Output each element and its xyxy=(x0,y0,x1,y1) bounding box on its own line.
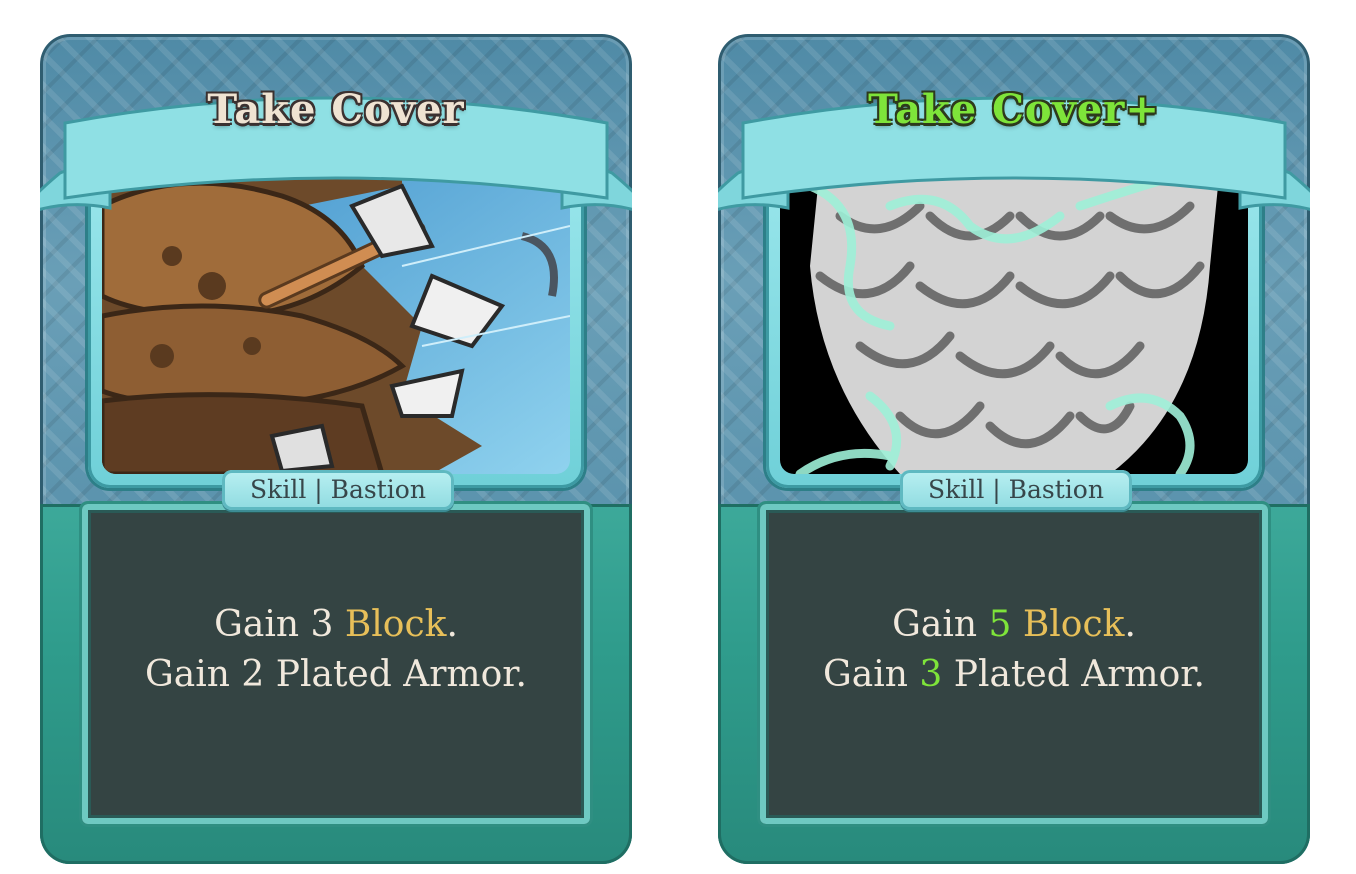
block-keyword: Block xyxy=(344,604,447,645)
card-take-cover[interactable]: Take Cover Skill | Bastion Gain 3 Block.… xyxy=(40,34,632,864)
card-type-line: Skill | Bastion xyxy=(222,470,454,510)
card-title: Take Cover+ xyxy=(868,86,1160,133)
card-description: Gain 5 Block. Gain 3 Plated Armor. xyxy=(760,600,1268,700)
card-title: Take Cover xyxy=(207,86,465,133)
description-line-2: Gain 3 Plated Armor. xyxy=(823,654,1205,695)
card-take-cover-plus[interactable]: Take Cover+ Skill | Bastion Gain 5 Block… xyxy=(718,34,1310,864)
description-line-1: Gain 3 Block. xyxy=(214,604,458,645)
card-description: Gain 3 Block. Gain 2 Plated Armor. xyxy=(82,600,590,700)
plated-armor-value: 2 xyxy=(241,654,265,695)
block-keyword: Block xyxy=(1022,604,1125,645)
block-value: 3 xyxy=(310,604,334,645)
description-line-2: Gain 2 Plated Armor. xyxy=(145,654,527,695)
block-value: 5 xyxy=(988,604,1012,645)
description-line-1: Gain 5 Block. xyxy=(892,604,1136,645)
plated-armor-value: 3 xyxy=(919,654,943,695)
card-type-line: Skill | Bastion xyxy=(900,470,1132,510)
